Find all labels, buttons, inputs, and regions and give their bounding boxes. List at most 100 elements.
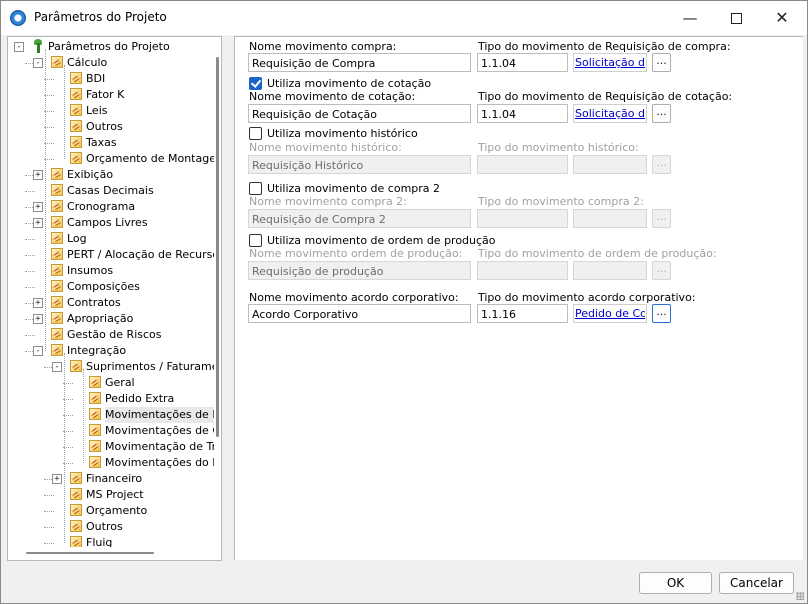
tree-item[interactable]: + Financeiro: [8, 471, 214, 487]
tree-connector: [44, 495, 54, 496]
production-order-checkbox[interactable]: [249, 234, 262, 247]
tree-item[interactable]: + Exibição: [8, 167, 214, 183]
tree-item[interactable]: PERT / Alocação de Recursos: [8, 247, 221, 263]
tree-item-label: Contratos: [67, 296, 121, 309]
settings-folder-icon: [51, 168, 63, 180]
tree-item[interactable]: Movimentações do Bem: [8, 455, 221, 471]
quotation-type-lookup-button[interactable]: ...: [652, 104, 671, 123]
tree-item[interactable]: MS Project: [8, 487, 214, 503]
tree-item[interactable]: Outros: [8, 519, 214, 535]
settings-folder-icon: [51, 312, 63, 324]
expand-icon[interactable]: +: [33, 170, 43, 180]
ok-button[interactable]: OK: [639, 572, 712, 594]
corporate-agreement-type-label: Tipo do movimento acordo corporativo:: [478, 291, 696, 304]
tree-horizontal-scrollbar[interactable]: [8, 547, 214, 559]
tree-item[interactable]: Leis: [8, 103, 214, 119]
expand-icon[interactable]: +: [33, 202, 43, 212]
resize-grip-icon[interactable]: [796, 592, 804, 600]
tree-connector: [25, 239, 35, 240]
tree-connector: [44, 527, 54, 528]
tree-connector: [64, 65, 65, 159]
tree-item[interactable]: Casas Decimais: [8, 183, 214, 199]
tree-connector: [25, 335, 35, 336]
purchase2-name-field: Requisição de Compra 2: [248, 209, 471, 228]
tree-item[interactable]: Movimentação de Transferência: [8, 439, 221, 455]
settings-tree[interactable]: - Parâmetros do Projeto - Cálculo BDI Fator K…: [7, 36, 222, 561]
purchase-type-link[interactable]: Solicitação de Compra: [575, 56, 645, 69]
scrollbar-thumb[interactable]: [216, 57, 219, 437]
quotation-checkbox[interactable]: [249, 77, 262, 90]
tree-item[interactable]: Insumos: [8, 263, 214, 279]
settings-folder-icon: [70, 120, 82, 132]
tree-item-label: Insumos: [67, 264, 114, 277]
tree-item[interactable]: Movimentações de Pedidos: [8, 407, 221, 423]
collapse-icon[interactable]: -: [14, 42, 24, 52]
maximize-icon: [730, 13, 742, 24]
purchase2-checkbox[interactable]: [249, 182, 262, 195]
tree-item[interactable]: Log: [8, 231, 214, 247]
tree-item[interactable]: - Cálculo: [8, 55, 214, 71]
tree-item[interactable]: Orçamento de Montagem: [8, 151, 221, 167]
tree-item[interactable]: Orçamento: [8, 503, 214, 519]
purchase-type-field[interactable]: 1.1.04: [477, 53, 568, 72]
maximize-button[interactable]: [713, 1, 759, 35]
settings-folder-icon: [89, 440, 101, 452]
title-bar: Parâmetros do Projeto — ✕: [1, 1, 807, 35]
tree-vertical-scrollbar[interactable]: [214, 37, 221, 560]
settings-folder-icon: [51, 232, 63, 244]
tree-connector: [83, 369, 84, 463]
production-order-type-link-box: [573, 261, 647, 280]
quotation-type-field[interactable]: 1.1.04: [477, 104, 568, 123]
history-type-link-box: [573, 155, 647, 174]
quotation-name-field[interactable]: Requisição de Cotação: [248, 104, 471, 123]
quotation-name-label: Nome movimento de cotação:: [249, 90, 416, 103]
corporate-agreement-name-field[interactable]: Acordo Corporativo: [248, 304, 471, 323]
window-title: Parâmetros do Projeto: [34, 10, 167, 24]
tree-item[interactable]: + Contratos: [8, 295, 214, 311]
corporate-agreement-type-field[interactable]: 1.1.16: [477, 304, 568, 323]
tree-item[interactable]: Geral: [8, 375, 214, 391]
tree-item[interactable]: Pedido Extra: [8, 391, 214, 407]
tree-item[interactable]: Movimentações de Compras: [8, 423, 221, 439]
corporate-agreement-type-lookup-button[interactable]: ...: [652, 304, 671, 323]
purchase-type-lookup-button[interactable]: ...: [652, 53, 671, 72]
tree-item[interactable]: + Apropriação: [8, 311, 214, 327]
purchase2-checkbox-label: Utiliza movimento de compra 2: [267, 182, 441, 195]
tree-item[interactable]: Taxas: [8, 135, 214, 151]
quotation-type-link[interactable]: Solicitação de Compra: [575, 107, 645, 120]
expand-icon[interactable]: +: [33, 298, 43, 308]
settings-folder-icon: [89, 408, 101, 420]
expand-icon[interactable]: +: [33, 218, 43, 228]
tree-item[interactable]: - Integração: [8, 343, 214, 359]
tree-item[interactable]: Gestão de Riscos: [8, 327, 214, 343]
tree-connector: [25, 287, 35, 288]
tree-item[interactable]: + Cronograma: [8, 199, 214, 215]
settings-folder-icon: [51, 216, 63, 228]
purchase-name-field[interactable]: Requisição de Compra: [248, 53, 471, 72]
tree-item[interactable]: - Parâmetros do Projeto: [8, 39, 214, 55]
tree-item-label: Log: [67, 232, 87, 245]
tree-item[interactable]: Fator K: [8, 87, 214, 103]
corporate-agreement-type-link[interactable]: Pedido de Compra: [575, 307, 645, 320]
tree-item[interactable]: - Suprimentos / Faturamento: [8, 359, 221, 375]
cancel-button[interactable]: Cancelar: [719, 572, 794, 594]
collapse-icon[interactable]: -: [33, 346, 43, 356]
collapse-icon[interactable]: -: [52, 362, 62, 372]
tree-connector: [25, 255, 35, 256]
tree-connector: [44, 543, 54, 544]
tree-item-label: Campos Livres: [67, 216, 148, 229]
history-checkbox[interactable]: [249, 127, 262, 140]
scrollbar-thumb[interactable]: [26, 552, 154, 554]
expand-icon[interactable]: +: [52, 474, 62, 484]
minimize-button[interactable]: —: [667, 1, 713, 35]
tree-item[interactable]: BDI: [8, 71, 214, 87]
settings-folder-icon: [70, 136, 82, 148]
tree-item[interactable]: Outros: [8, 119, 214, 135]
close-button[interactable]: ✕: [759, 1, 805, 35]
tree-item[interactable]: + Campos Livres: [8, 215, 214, 231]
expand-icon[interactable]: +: [33, 314, 43, 324]
tree-item[interactable]: Composições: [8, 279, 214, 295]
purchase2-type-link-box: [573, 209, 647, 228]
collapse-icon[interactable]: -: [33, 58, 43, 68]
tree-item-label: Geral: [105, 376, 135, 389]
